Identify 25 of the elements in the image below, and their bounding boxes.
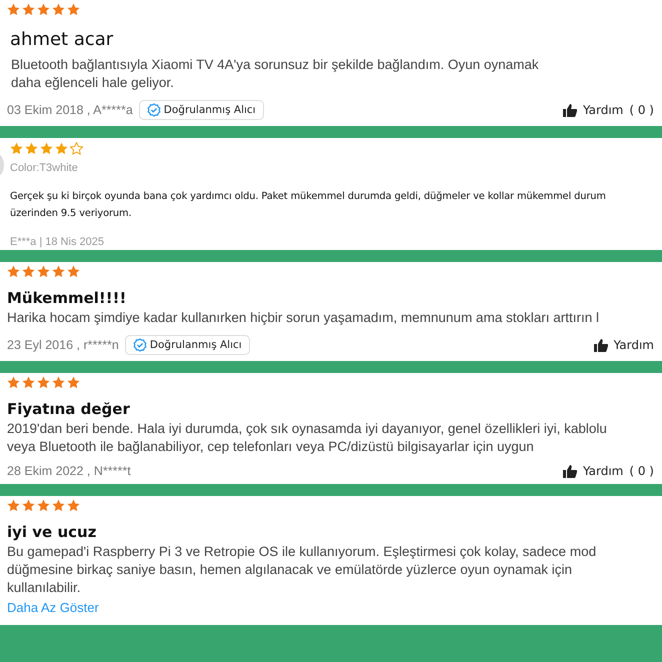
helpful-count: ( 0 ) — [629, 464, 654, 478]
helpful-label[interactable]: Yardım — [582, 103, 624, 117]
review-text: Gerçek şu ki birçok oyunda bana çok yardımcı oldu. Paket mükemmel durumda geldi, düğmeler ve kollar mükemmel durum — [10, 190, 607, 204]
review-title: iyi ve ucuz — [7, 523, 98, 541]
review-date-author: 23 Eyl 2016 , r*****n — [7, 338, 119, 352]
verified-buyer-badge: Doğrulanmış Alıcı — [138, 100, 264, 120]
helpful-label[interactable]: Yardım — [614, 338, 654, 352]
review-title: ahmet acar — [10, 29, 114, 50]
review-text: 2019'dan beri bende. Hala iyi durumda, çok sık oynasamda iyi dayanıyor, genel özellikleri iyi, kablolu veya Bluetooth ile bağlanabiliyor, cep telefonları veya PC/dizüstü bilgisayarlar için uygun — [7, 420, 607, 456]
helpful-count: ( 0 ) — [629, 103, 654, 117]
verified-buyer-badge: Doğrulanmış Alıcı — [124, 335, 250, 355]
review-author-date: E***a | 18 Nis 2025 — [10, 236, 105, 248]
thumbs-up-icon[interactable] — [562, 103, 577, 117]
review-date-author: 28 Ekim 2022 , N*****t — [7, 464, 131, 478]
review-title: Mükemmel!!!! — [7, 289, 128, 307]
thumbs-up-icon[interactable] — [594, 338, 608, 352]
review-title: Fiyatına değer — [7, 400, 131, 418]
variant-label: Color:T3white — [10, 162, 79, 174]
thumbs-up-icon[interactable] — [562, 464, 577, 478]
review-date-author: 03 Ekim 2018 , A*****a — [7, 103, 133, 117]
review-text: Bu gamepad'i Raspberry Pi 3 ve Retropie OS ile kullanıyorum. Eşleştirmesi çok kolay, sadece mod düğmesine birkaç saniye basın, hemen algılanacak ve emülatörde yüzlerce oyun oynamak için kullanılabilir. — [7, 543, 598, 597]
review-text: üzerinden 9.5 veriyorum. — [10, 207, 132, 221]
helpful-label[interactable]: Yardım — [582, 464, 624, 478]
review-text: Harika hocam şimdiye kadar kullanırken hiçbir sorun yaşamadım, memnunum ama stokları arttırın l — [7, 309, 600, 327]
review-text: Bluetooth bağlantısıyla Xiaomi TV 4A'ya sorunsuz bir şekilde bağlandım. Oyun oynamak daha eğlenceli hale geliyor. — [11, 56, 540, 92]
